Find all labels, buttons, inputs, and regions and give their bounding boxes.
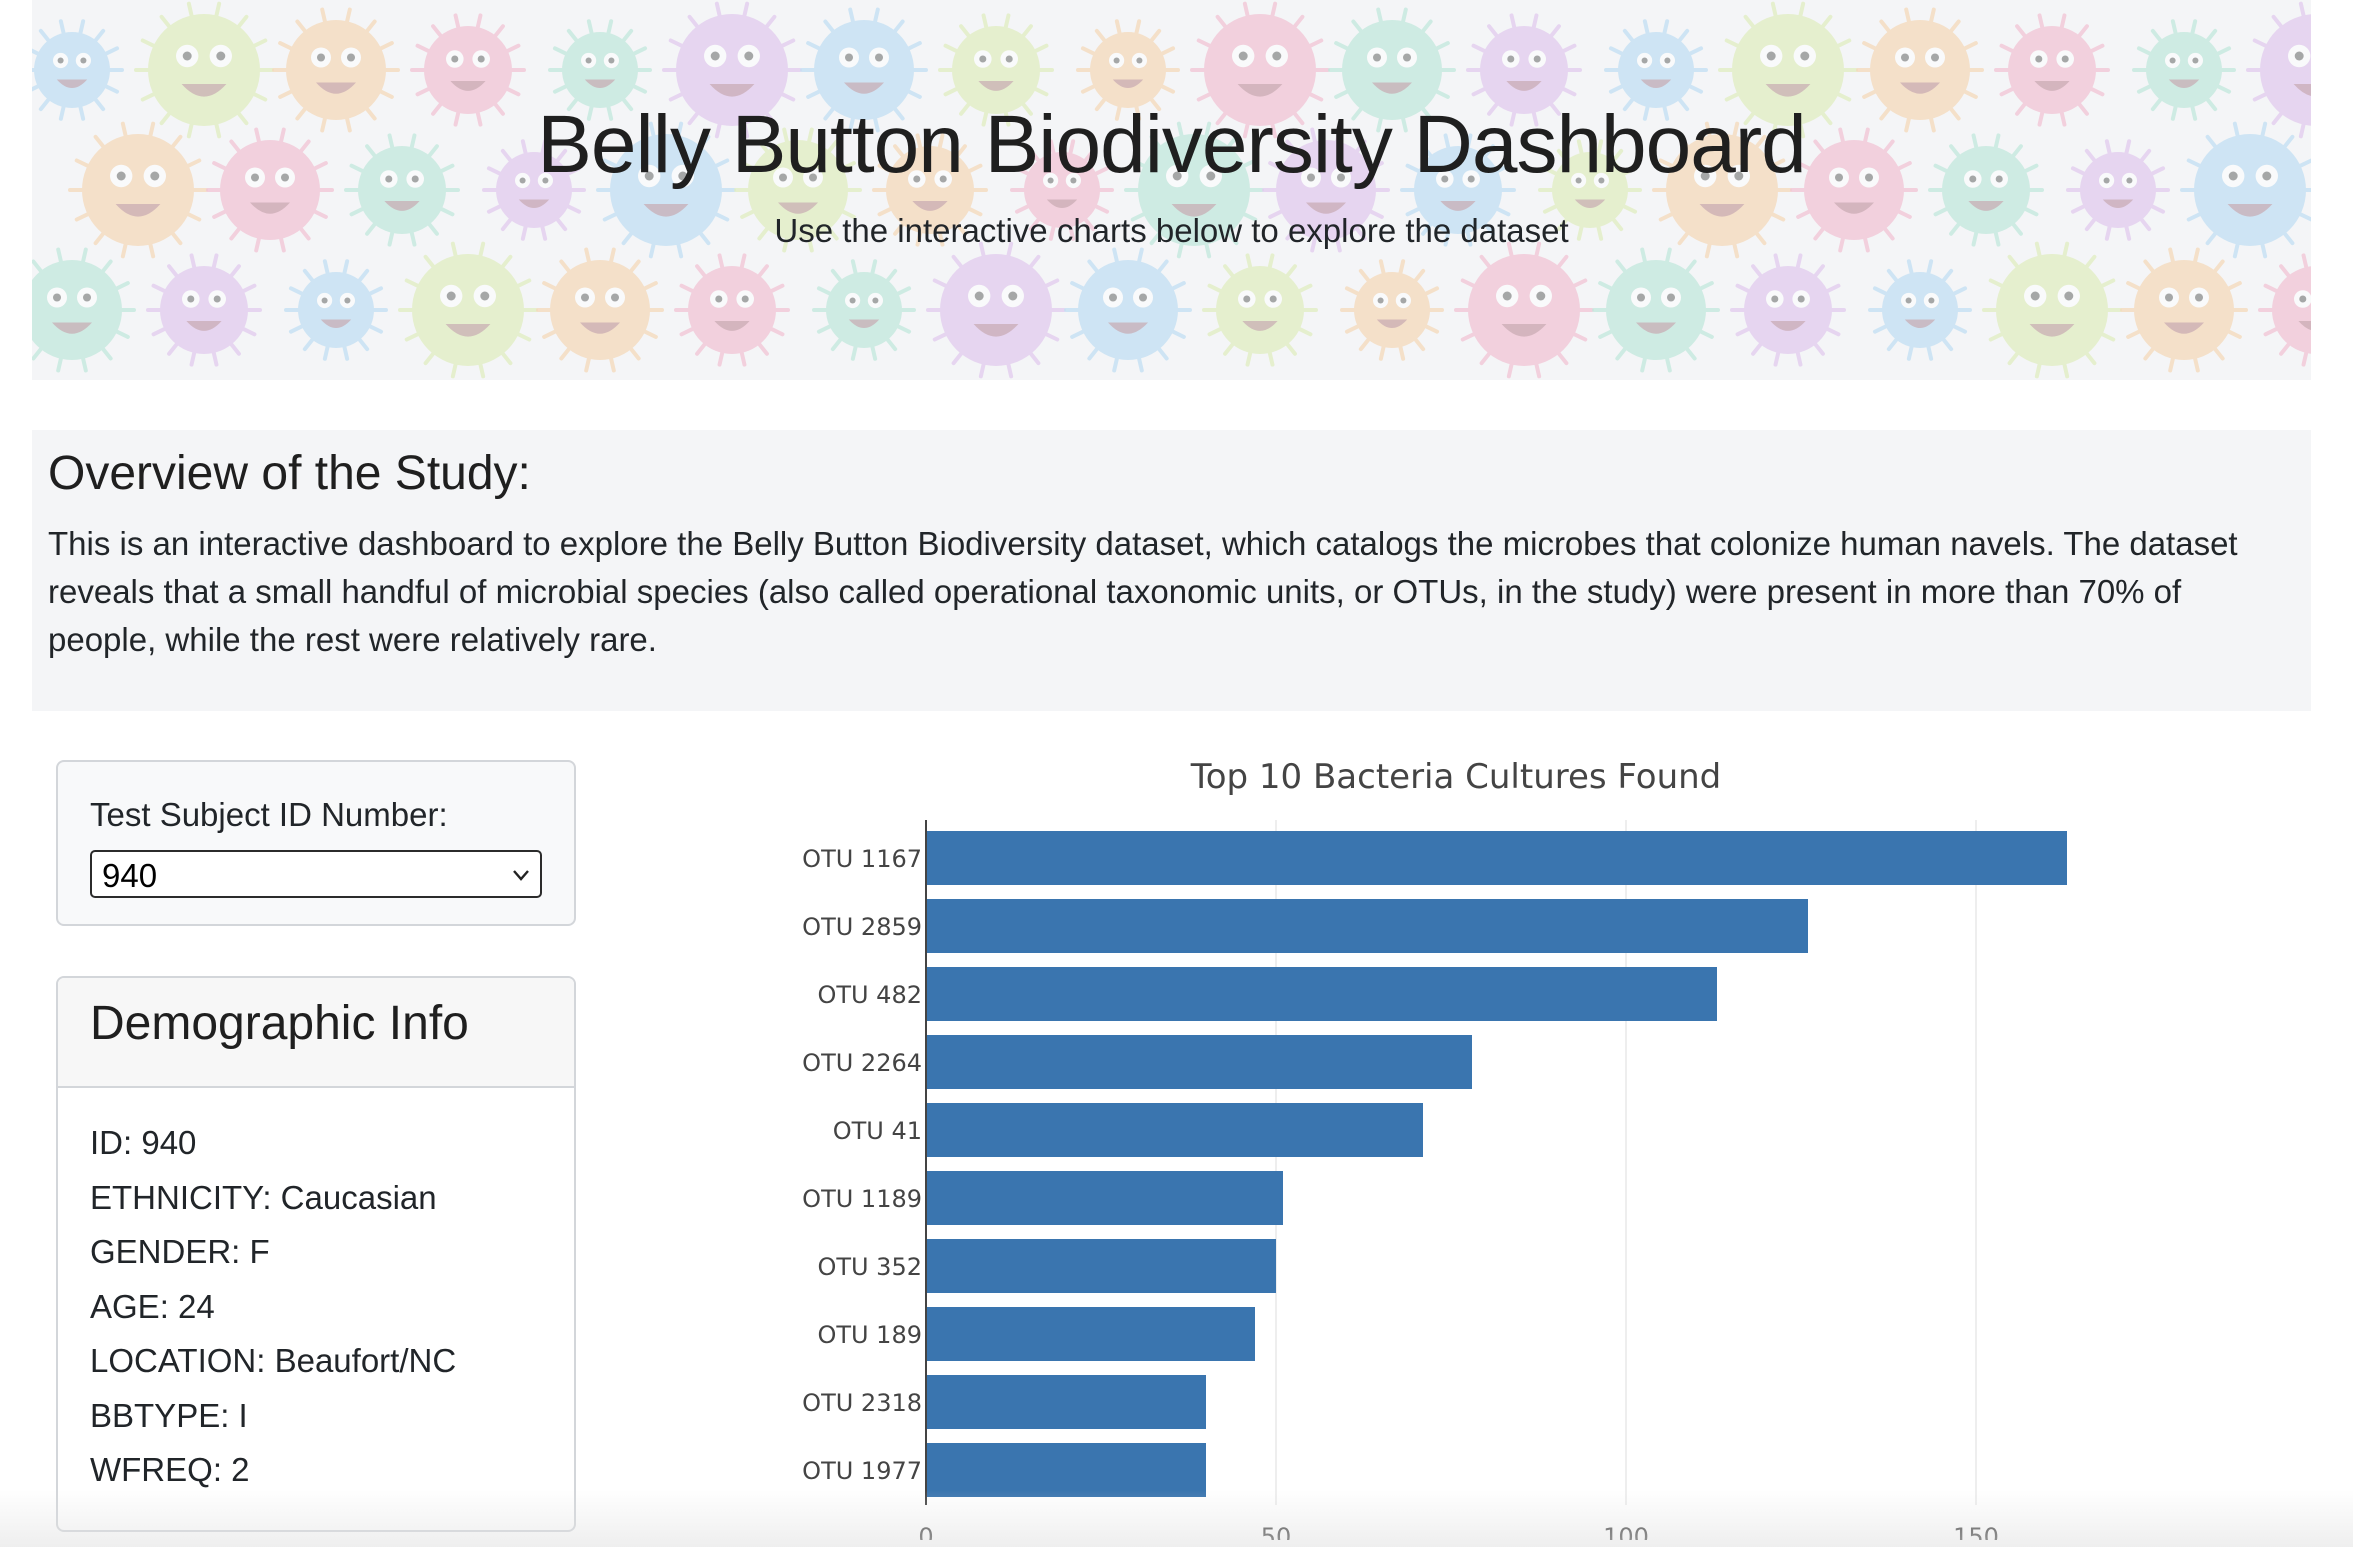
bar[interactable]	[926, 1375, 1206, 1429]
header-banner: Belly Button Biodiversity Dashboard Use …	[32, 0, 2311, 380]
y-tick-label: OTU 2264	[802, 1049, 922, 1077]
bar[interactable]	[926, 1239, 1276, 1293]
x-tick-label: 50	[1261, 1523, 1292, 1540]
demographic-info-title: Demographic Info	[90, 997, 469, 1050]
y-tick-label: OTU 189	[817, 1321, 922, 1349]
demographic-info-card: Demographic Info ID: 940 ETHNICITY: Cauc…	[56, 976, 576, 1532]
bar[interactable]	[926, 1103, 1423, 1157]
bar[interactable]	[926, 899, 1808, 953]
y-tick-label: OTU 2859	[802, 913, 922, 941]
page-subtitle: Use the interactive charts below to expl…	[774, 212, 1569, 249]
demographic-row-gender: GENDER: F	[90, 1233, 270, 1270]
demographic-row-location: LOCATION: Beaufort/NC	[90, 1342, 457, 1379]
bar[interactable]	[926, 1171, 1283, 1225]
y-tick-label: OTU 1189	[802, 1185, 922, 1213]
x-tick-label: 150	[1953, 1523, 1999, 1540]
demographic-row-bbtype: BBTYPE: I	[90, 1396, 248, 1434]
demographic-row-id: ID: 940	[90, 1124, 197, 1161]
y-tick-label: OTU 1167	[802, 845, 922, 873]
demographic-info-list: ID: 940 ETHNICITY: Caucasian GENDER: F A…	[90, 1116, 456, 1498]
chart-title: Top 10 Bacteria Cultures Found	[1190, 757, 1722, 797]
bar[interactable]	[926, 1307, 1255, 1361]
bar[interactable]	[926, 1443, 1206, 1497]
x-tick-label: 0	[918, 1523, 933, 1540]
bar[interactable]	[926, 1035, 1472, 1089]
overview-text: This is an interactive dashboard to expl…	[48, 525, 2238, 658]
y-tick-label: OTU 41	[833, 1117, 922, 1145]
y-tick-label: OTU 352	[817, 1253, 922, 1281]
y-tick-label: OTU 1977	[802, 1457, 922, 1485]
demographic-info-header: Demographic Info	[58, 978, 574, 1088]
bar[interactable]	[926, 831, 2067, 885]
chevron-down-icon	[513, 870, 529, 881]
page-title: Belly Button Biodiversity Dashboard	[537, 99, 1807, 190]
demographic-row-age: AGE: 24	[90, 1287, 215, 1325]
subject-id-selected-value: 940	[102, 857, 158, 894]
y-tick-label: OTU 2318	[802, 1389, 922, 1417]
demographic-row-wfreq: WFREQ: 2	[90, 1451, 250, 1488]
subject-selector-card: Test Subject ID Number: 940	[56, 760, 576, 926]
top-10-bacteria-bar-chart[interactable]: Top 10 Bacteria Cultures Found 0 50 100 150 O…	[740, 740, 2300, 1540]
demographic-row-ethnicity: ETHNICITY: Caucasian	[90, 1178, 437, 1216]
bar[interactable]	[926, 967, 1717, 1021]
x-tick-label: 100	[1603, 1523, 1649, 1540]
subject-id-dropdown[interactable]: 940	[90, 850, 542, 898]
overview-heading: Overview of the Study:	[48, 447, 531, 500]
overview-section: Overview of the Study: This is an intera…	[32, 430, 2311, 711]
y-tick-label: OTU 482	[817, 981, 922, 1009]
subject-selector-label: Test Subject ID Number:	[90, 796, 448, 833]
